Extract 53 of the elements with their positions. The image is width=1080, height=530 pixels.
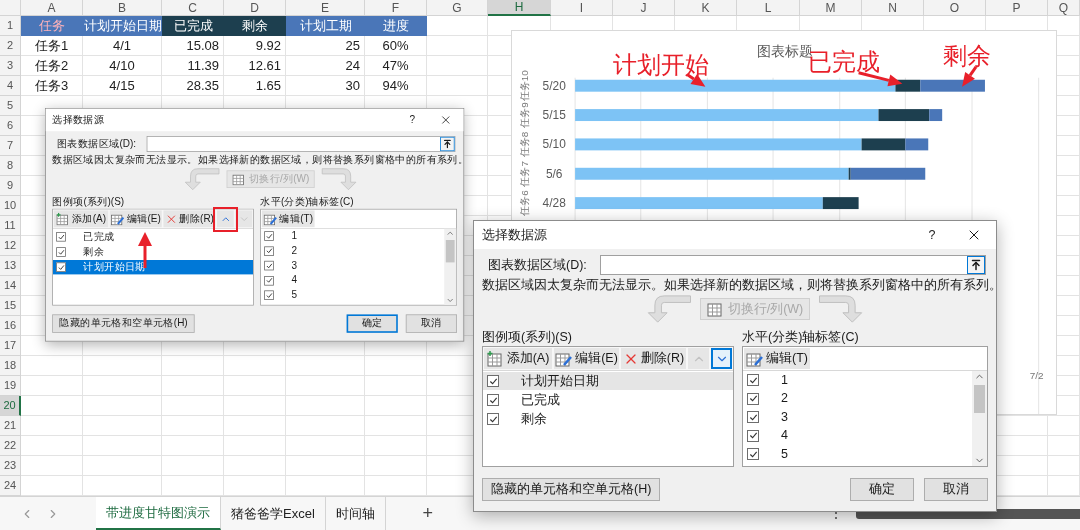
table-cell: 4/15 [83, 76, 162, 96]
table-cell: 24 [286, 56, 365, 76]
axis-label: 任务10 [518, 70, 530, 102]
dialog-title: 选择数据源 [482, 226, 547, 244]
axis-label: 5/20 [542, 78, 566, 93]
table-cell: 任务1 [21, 36, 83, 56]
header-cell: 任务 [21, 16, 83, 36]
header-cell: 计划开始日期 [83, 16, 162, 36]
section-label: 水平(分类)轴标签(C) [742, 329, 860, 346]
series-name: 计划开始日期 [83, 260, 146, 275]
section-label: 图例项(系列)(S) [52, 195, 126, 209]
series-name: 已完成 [83, 229, 115, 245]
table-cell: 1.65 [224, 76, 286, 96]
section-label: 水平(分类)轴标签(C) [260, 195, 355, 209]
section-label: 图例项(系列)(S) [482, 329, 573, 346]
header-cell: 计划工期 [286, 16, 365, 36]
table-cell: 任务2 [21, 56, 83, 76]
table-cell: 94% [365, 76, 427, 96]
axis-label: 任务6 [518, 190, 530, 216]
table-cell: 47% [365, 56, 427, 76]
table-cell: 11.39 [162, 56, 224, 76]
table-cell: 12.61 [224, 56, 286, 76]
table-cell: 任务3 [21, 76, 83, 96]
axis-label: 任务8 [518, 131, 530, 158]
info-text: 数据区域因太复杂而无法显示。如果选择新的数据区域，则将替换系列窗格中的所有系列。 [51, 153, 464, 167]
table-cell: 60% [365, 36, 427, 56]
axis-label: 5/10 [542, 137, 566, 152]
callout-text: 剩余 [943, 41, 992, 69]
table-cell: 25 [286, 36, 365, 56]
header-cell: 已完成 [162, 16, 224, 36]
field-label: 图表数据区域(D): [488, 256, 588, 274]
series-name: 剩余 [521, 410, 547, 428]
field-label: 图表数据区域(D): [57, 137, 138, 152]
axis-label: 任务9 [518, 102, 530, 128]
axis-label: 7/2 [1029, 370, 1044, 382]
dialog-title: 选择数据源 [52, 113, 105, 128]
axis-label: 5/6 [545, 166, 563, 181]
header-cell: 进度 [365, 16, 427, 36]
axis-label: 任务7 [518, 161, 530, 187]
table-cell: 9.92 [224, 36, 286, 56]
table-cell: 28.35 [162, 76, 224, 96]
series-name: 剩余 [83, 245, 105, 260]
series-name: 计划开始日期 [521, 372, 599, 390]
table-cell: 30 [286, 76, 365, 96]
axis-label: 4/28 [542, 196, 566, 211]
callout-text: 计划开始 [612, 50, 709, 78]
table-cell: 4/10 [83, 56, 162, 76]
axis-label: 5/15 [542, 108, 566, 123]
table-cell: 4/1 [83, 36, 162, 56]
table-cell: 15.08 [162, 36, 224, 56]
info-text: 数据区域因太复杂而无法显示。如果选择新的数据区域，则将替换系列窗格中的所有系列。 [481, 277, 996, 293]
series-name: 已完成 [521, 391, 560, 409]
header-cell: 剩余 [224, 16, 286, 36]
